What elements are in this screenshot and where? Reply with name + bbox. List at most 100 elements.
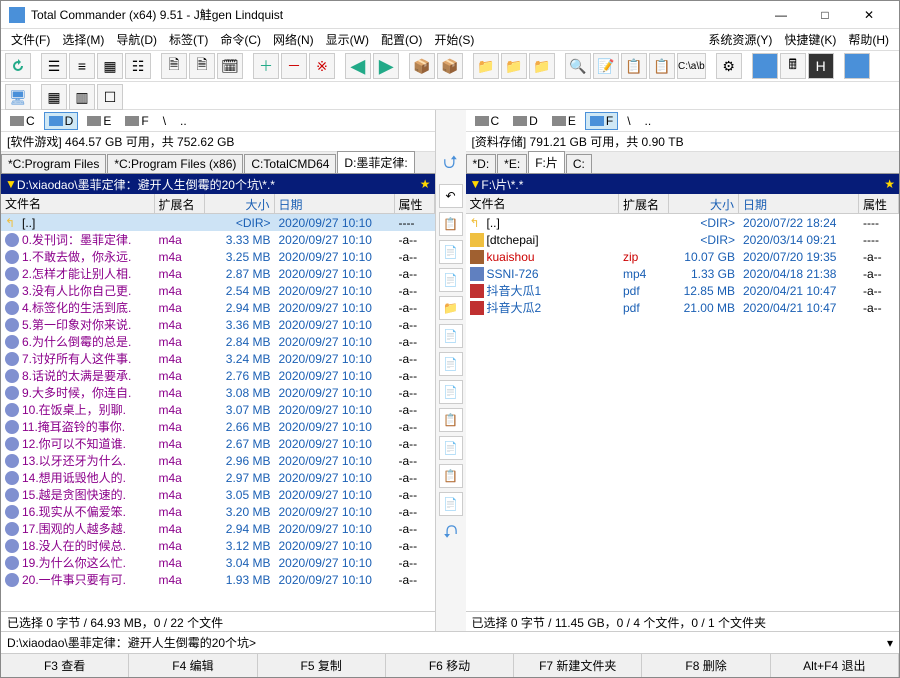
col-ext[interactable]: 扩展名 <box>619 194 669 213</box>
file-row[interactable]: 2.怎样才能让别人相.m4a2.87 MB2020/09/27 10:10-a-… <box>1 265 435 282</box>
close-button[interactable]: ✕ <box>847 2 891 28</box>
select-plus-icon[interactable]: ＋ <box>253 53 279 79</box>
layout3-icon[interactable]: ☐ <box>97 84 123 110</box>
tab[interactable]: D: <box>466 154 497 173</box>
unpack-icon[interactable]: 📦 <box>437 53 463 79</box>
col-size[interactable]: 大小 <box>669 194 739 213</box>
tab[interactable]: C:Program Files <box>1 154 106 173</box>
mid-button-1[interactable]: 📋 <box>439 212 463 236</box>
file-row[interactable]: 14.想用诋毁他人的.m4a2.97 MB2020/09/27 10:10-a-… <box>1 469 435 486</box>
command-bar[interactable]: D:\xiaodao\墨菲定律：避开人生倒霉的20个坑> ▾ <box>1 631 899 653</box>
menu-item[interactable]: 帮助(H) <box>842 31 895 48</box>
file-row[interactable]: 4.标签化的生活到底.m4a2.94 MB2020/09/27 10:10-a-… <box>1 299 435 316</box>
drive-button-D[interactable]: D <box>44 112 79 130</box>
drive-button-C[interactable]: C <box>470 112 505 130</box>
tool2-icon[interactable]: H <box>808 53 834 79</box>
fkey-button[interactable]: F3 查看 <box>1 654 129 677</box>
menu-item[interactable]: 系统资源(Y) <box>702 31 778 48</box>
col-date[interactable]: 日期 <box>275 194 395 213</box>
file-row[interactable]: 20.一件事只要有可.m4a1.93 MB2020/09/27 10:10-a-… <box>1 571 435 588</box>
drive-button-F[interactable]: F <box>585 112 618 130</box>
back-icon[interactable]: ◀ <box>345 53 371 79</box>
drive-button-E[interactable]: E <box>547 112 581 130</box>
menu-item[interactable]: 配置(O) <box>375 31 428 48</box>
left-column-header[interactable]: 文件名 扩展名 大小 日期 属性 <box>1 194 435 214</box>
ftp-connect-icon[interactable]: 📁 <box>473 53 499 79</box>
file-row[interactable]: 10.在饭桌上，别聊.m4a3.07 MB2020/09/27 10:10-a-… <box>1 401 435 418</box>
file-row[interactable]: SSNI-726mp41.33 GB2020/04/18 21:38-a-- <box>466 265 900 282</box>
fkey-button[interactable]: F7 新建文件夹 <box>514 654 642 677</box>
tab[interactable]: E: <box>497 154 527 173</box>
right-column-header[interactable]: 文件名 扩展名 大小 日期 属性 <box>466 194 900 214</box>
swap-down-icon[interactable]: ⮏ <box>443 520 457 550</box>
file-row[interactable]: 6.为什么倒霉的总是.m4a2.84 MB2020/09/27 10:10-a-… <box>1 333 435 350</box>
drive-button-[interactable] <box>660 119 670 123</box>
file-row[interactable]: ↰[..]<DIR>2020/07/22 18:24---- <box>466 214 900 231</box>
layout2-icon[interactable]: ▥ <box>69 84 95 110</box>
favorite-icon[interactable]: ★ <box>420 177 431 191</box>
fkey-button[interactable]: Alt+F4 退出 <box>771 654 899 677</box>
file-row[interactable]: 11.掩耳盗铃的事你.m4a2.66 MB2020/09/27 10:10-a-… <box>1 418 435 435</box>
file-row[interactable]: 17.围观的人越多越.m4a2.94 MB2020/09/27 10:10-a-… <box>1 520 435 537</box>
file-row[interactable]: ↰[..]<DIR>2020/09/27 10:10---- <box>1 214 435 231</box>
select-invert-icon[interactable]: ※ <box>309 53 335 79</box>
col-attr[interactable]: 属性 <box>395 194 435 213</box>
menu-item[interactable]: 标签(T) <box>163 31 214 48</box>
refresh-icon[interactable] <box>5 53 31 79</box>
menu-item[interactable]: 命令(C) <box>214 31 267 48</box>
drive-button-D[interactable]: D <box>508 112 543 130</box>
col-ext[interactable]: 扩展名 <box>155 194 205 213</box>
col-name[interactable]: 文件名 <box>1 194 155 213</box>
mid-button-11[interactable]: 📄 <box>439 492 463 516</box>
settings-icon[interactable]: ⚙ <box>716 53 742 79</box>
mid-button-7[interactable]: 📄 <box>439 380 463 404</box>
drive-button-..[interactable]: .. <box>640 112 657 130</box>
multi-rename-icon[interactable]: 📝 <box>593 53 619 79</box>
sort-ext-icon[interactable]: 🗎 <box>189 53 215 79</box>
mid-button-6[interactable]: 📄 <box>439 352 463 376</box>
file-row[interactable]: 5.第一印象对你来说.m4a3.36 MB2020/09/27 10:10-a-… <box>1 316 435 333</box>
menu-item[interactable]: 显示(W) <box>320 31 375 48</box>
mid-button-10[interactable]: 📋 <box>439 464 463 488</box>
tab[interactable]: C: <box>566 154 592 173</box>
file-row[interactable]: 8.话说的太满是要承.m4a2.76 MB2020/09/27 10:10-a-… <box>1 367 435 384</box>
file-row[interactable]: [dtchepai]<DIR>2020/03/14 09:21---- <box>466 231 900 248</box>
mid-button-9[interactable]: 📄 <box>439 436 463 460</box>
file-row[interactable]: 抖音大瓜1pdf12.85 MB2020/04/21 10:47-a-- <box>466 282 900 299</box>
search-icon[interactable]: 🔍 <box>565 53 591 79</box>
mid-button-5[interactable]: 📄 <box>439 324 463 348</box>
mid-button-4[interactable]: 📁 <box>439 296 463 320</box>
calc-icon[interactable]: 🖩 <box>780 53 806 79</box>
mid-button-3[interactable]: 📄 <box>439 268 463 292</box>
tool3-icon[interactable] <box>844 53 870 79</box>
left-path-bar[interactable]: ▼ D:\xiaodao\墨菲定律：避开人生倒霉的20个坑\*.* ★ <box>1 174 435 194</box>
fkey-button[interactable]: F5 复制 <box>258 654 386 677</box>
file-row[interactable]: 3.没有人比你自己更.m4a2.54 MB2020/09/27 10:10-a-… <box>1 282 435 299</box>
menu-item[interactable]: 网络(N) <box>267 31 320 48</box>
fkey-button[interactable]: F4 编辑 <box>129 654 257 677</box>
file-row[interactable]: 抖音大瓜2pdf21.00 MB2020/04/21 10:47-a-- <box>466 299 900 316</box>
mid-button-2[interactable]: 📄 <box>439 240 463 264</box>
file-row[interactable]: 16.现实从不偏爱笨.m4a3.20 MB2020/09/27 10:10-a-… <box>1 503 435 520</box>
computer-icon[interactable]: 🖥 <box>5 84 31 110</box>
col-date[interactable]: 日期 <box>739 194 859 213</box>
forward-icon[interactable]: ▶ <box>373 53 399 79</box>
sort-name-icon[interactable]: 🗎 <box>161 53 187 79</box>
file-row[interactable]: 18.没人在的时候总.m4a3.12 MB2020/09/27 10:10-a-… <box>1 537 435 554</box>
file-row[interactable]: 0.发刊词：墨菲定律.m4a3.33 MB2020/09/27 10:10-a-… <box>1 231 435 248</box>
file-row[interactable]: 7.讨好所有人这件事.m4a3.24 MB2020/09/27 10:10-a-… <box>1 350 435 367</box>
file-row[interactable]: kuaishouzip10.07 GB2020/07/20 19:35-a-- <box>466 248 900 265</box>
col-name[interactable]: 文件名 <box>466 194 620 213</box>
drive-button-[interactable] <box>196 119 206 123</box>
view-details-icon[interactable]: ≡ <box>69 53 95 79</box>
right-path-bar[interactable]: ▼ F:\片\*.* ★ <box>466 174 900 194</box>
drive-button-E[interactable]: E <box>82 112 116 130</box>
mid-button-8[interactable]: 📋 <box>439 408 463 432</box>
view-tree-icon[interactable]: ☰ <box>41 53 67 79</box>
menu-item[interactable]: 选择(M) <box>56 31 110 48</box>
minimize-button[interactable]: — <box>759 2 803 28</box>
menu-item[interactable]: 开始(S) <box>428 31 480 48</box>
left-file-list[interactable]: ↰[..]<DIR>2020/09/27 10:10----0.发刊词：墨菲定律… <box>1 214 435 611</box>
tab[interactable]: F:片 <box>528 151 565 173</box>
menu-item[interactable]: 导航(D) <box>110 31 163 48</box>
